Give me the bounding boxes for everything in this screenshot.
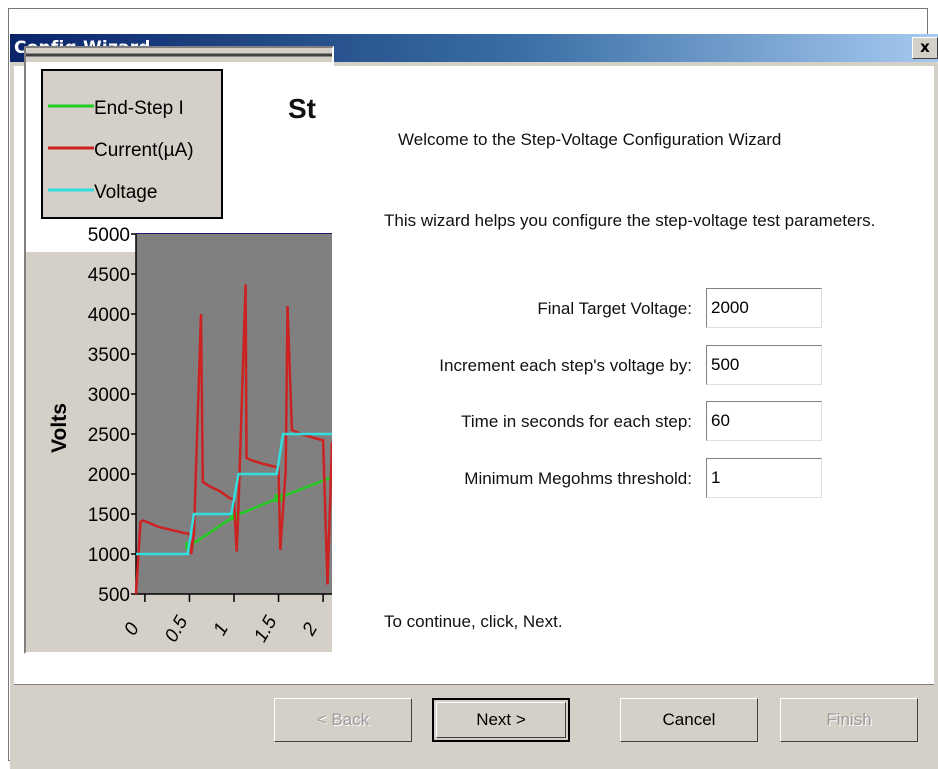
y-tick-label: 500 bbox=[98, 585, 130, 606]
chart-title: St bbox=[288, 93, 316, 124]
increment-voltage-label: Increment each step's voltage by: bbox=[439, 356, 692, 375]
description-text: This wizard helps you configure the step… bbox=[384, 211, 876, 230]
legend-label: Current(µA) bbox=[94, 140, 194, 161]
x-tick-label: 1.5 bbox=[250, 612, 282, 646]
back-button[interactable]: < Back bbox=[274, 698, 412, 742]
megohms-threshold-input[interactable] bbox=[706, 458, 822, 498]
y-tick-label: 1000 bbox=[88, 545, 130, 566]
y-tick-label: 4500 bbox=[88, 265, 130, 286]
y-tick-label: 2000 bbox=[88, 465, 130, 486]
x-tick-label: 1 bbox=[209, 619, 232, 639]
final-target-voltage-label: Final Target Voltage: bbox=[537, 299, 692, 318]
finish-button[interactable]: Finish bbox=[780, 698, 918, 742]
plot-area bbox=[136, 234, 332, 594]
increment-voltage-input[interactable] bbox=[706, 345, 822, 385]
x-tick-label: 2 bbox=[298, 619, 322, 640]
x-tick-label: 0.5 bbox=[161, 612, 193, 646]
y-tick-label: 3500 bbox=[88, 345, 130, 366]
next-button[interactable]: Next > bbox=[432, 698, 570, 742]
step-voltage-chart: St 500 1000 1500 2000 2500 3000 3500 4000 4500 500… bbox=[24, 46, 334, 654]
y-tick-label: 2500 bbox=[88, 425, 130, 446]
y-tick-label: 4000 bbox=[88, 305, 130, 326]
y-tick-label: 1500 bbox=[88, 505, 130, 526]
step-time-label: Time in seconds for each step: bbox=[461, 412, 692, 431]
legend-label: End-Step I bbox=[94, 98, 184, 119]
legend-label: Voltage bbox=[94, 182, 157, 203]
continue-instruction: To continue, click, Next. bbox=[384, 612, 563, 631]
y-tick-label: 3000 bbox=[88, 385, 130, 406]
megohms-threshold-label: Minimum Megohms threshold: bbox=[464, 469, 692, 488]
close-icon[interactable]: x bbox=[912, 37, 938, 59]
step-time-input[interactable] bbox=[706, 401, 822, 441]
cancel-button[interactable]: Cancel bbox=[620, 698, 758, 742]
chart-svg: St 500 1000 1500 2000 2500 3000 3500 4000 4500 500… bbox=[26, 48, 332, 646]
final-target-voltage-input[interactable] bbox=[706, 288, 822, 328]
x-tick-label: 0 bbox=[120, 619, 144, 639]
y-axis-label: Volts bbox=[48, 403, 71, 453]
welcome-text: Welcome to the Step-Voltage Configuratio… bbox=[398, 130, 782, 149]
y-tick-label: 5000 bbox=[88, 225, 130, 246]
